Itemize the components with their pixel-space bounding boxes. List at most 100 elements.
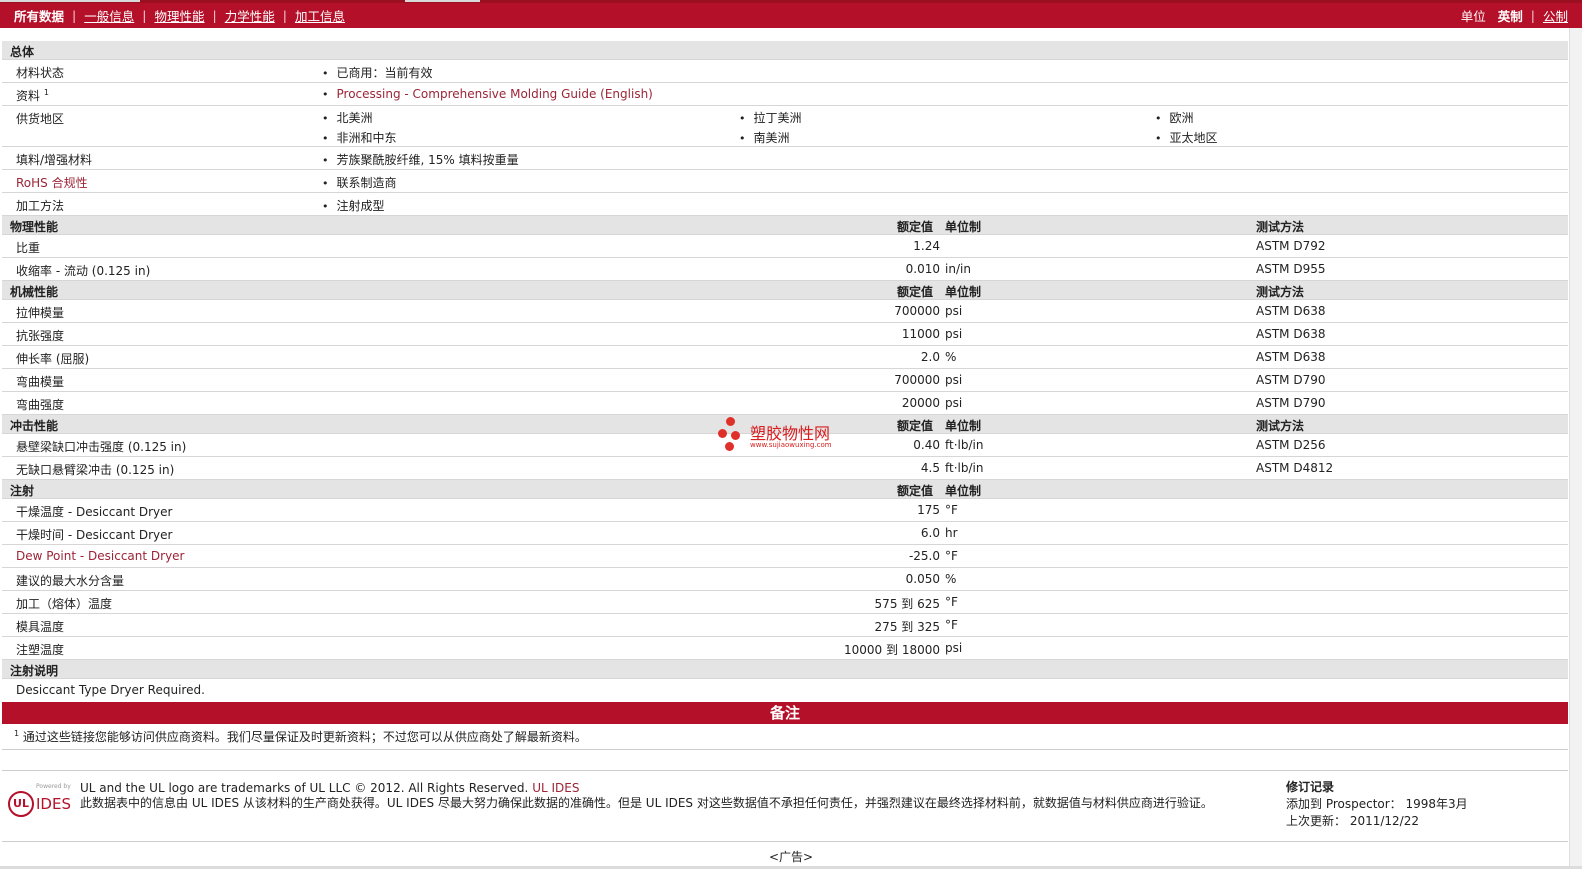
property-method: ASTM D792 xyxy=(1256,239,1326,253)
property-label: 无缺口悬臂梁冲击 (0.125 in) xyxy=(16,463,175,477)
property-row: 比重 1.24 ASTM D792 xyxy=(2,235,1568,258)
trademark-line: UL and the UL logo are trademarks of UL … xyxy=(80,781,1270,796)
units-label: 单位 xyxy=(1460,9,1486,24)
disclaimer-text: 此数据表中的信息由 UL IDES 从该材料的生产商处获得。UL IDES 尽最… xyxy=(80,796,1213,810)
property-method: ASTM D955 xyxy=(1256,262,1326,276)
property-label: 拉伸模量 xyxy=(16,306,65,320)
property-label: 干燥温度 - Desiccant Dryer xyxy=(16,505,173,519)
property-label: 弯曲模量 xyxy=(16,375,65,389)
property-value: 20000 xyxy=(901,396,940,410)
section-title: 注射说明 xyxy=(10,664,59,678)
unit-metric-link[interactable]: 公制 xyxy=(1543,6,1568,25)
property-unit: % xyxy=(945,572,957,586)
section-title: 注射 xyxy=(10,484,35,498)
property-row: Dew Point - Desiccant Dryer -25.0 °F xyxy=(2,545,1568,568)
note-text: 1 通过这些链接您能够访问供应商资料。我们尽量保证及时更新资料；不过您可以从供应… xyxy=(14,728,587,745)
docs-label: 资料 xyxy=(16,89,41,103)
property-value: 6.0 xyxy=(920,526,940,540)
property-row: 弯曲模量 700000 psi ASTM D790 xyxy=(2,369,1568,392)
property-value: 10000 到 18000 xyxy=(844,643,940,657)
property-unit: psi xyxy=(945,641,963,655)
property-label-link[interactable]: Dew Point - Desiccant Dryer xyxy=(16,549,184,563)
property-row: 加工（熔体）温度 575 到 625 °F xyxy=(2,591,1568,614)
property-value: 700000 xyxy=(894,373,940,387)
header-nominal: 额定值 xyxy=(897,220,934,234)
property-unit: % xyxy=(945,350,957,364)
method-value: 注射成型 xyxy=(322,197,385,214)
row-process-method: 加工方法 注射成型 xyxy=(2,193,1568,216)
nav-link-processing[interactable]: 加工信息 xyxy=(295,6,345,25)
header-unit: 单位制 xyxy=(945,419,982,433)
row-label: 资料 1 xyxy=(16,87,49,104)
row-label: 供货地区 xyxy=(16,112,65,126)
section-title: 总体 xyxy=(10,45,35,59)
ul-logo-icon: UL xyxy=(8,791,34,817)
property-unit: ft·lb/in xyxy=(945,438,984,452)
nav-link-physical[interactable]: 物理性能 xyxy=(154,6,204,25)
property-method: ASTM D790 xyxy=(1256,373,1326,387)
property-row: 抗张强度 11000 psi ASTM D638 xyxy=(2,323,1568,346)
region-item: 欧洲 xyxy=(1155,109,1194,126)
nav-separator: | xyxy=(72,8,77,23)
property-value: 0.050 xyxy=(905,572,940,586)
row-label: 填料/增强材料 xyxy=(16,153,93,167)
region-item: 拉丁美洲 xyxy=(739,109,802,126)
tab-marker xyxy=(405,0,480,2)
section-injection: 注射 额定值 单位制 xyxy=(2,480,1568,499)
nav-separator: | xyxy=(282,8,287,23)
injection-note: Desiccant Type Dryer Required. xyxy=(16,683,205,697)
property-row: 拉伸模量 700000 psi ASTM D638 xyxy=(2,300,1568,323)
region-item: 南美洲 xyxy=(739,129,790,146)
revision-title: 修订记录 xyxy=(1286,780,1335,794)
property-label: 悬壁梁缺口冲击强度 (0.125 in) xyxy=(16,440,187,454)
rohs-label[interactable]: RoHS 合规性 xyxy=(16,174,88,191)
property-unit: °F xyxy=(945,503,958,517)
nav-link-mechanical[interactable]: 力学性能 xyxy=(225,6,275,25)
property-unit: psi xyxy=(945,373,963,387)
region-item: 北美洲 xyxy=(322,109,373,126)
header-test-method: 测试方法 xyxy=(1256,419,1305,433)
property-method: ASTM D4812 xyxy=(1256,461,1334,475)
docs-link[interactable]: Processing - Comprehensive Molding Guide… xyxy=(337,87,653,101)
unit-english[interactable]: 英制 xyxy=(1498,6,1523,25)
ul-ides-link[interactable]: UL IDES xyxy=(532,781,579,795)
property-unit: psi xyxy=(945,304,963,318)
vertical-scrollbar[interactable] xyxy=(1569,28,1582,866)
trademark-text: UL and the UL logo are trademarks of UL … xyxy=(80,781,529,795)
property-unit: °F xyxy=(945,595,958,609)
property-unit: in/in xyxy=(945,262,971,276)
property-unit: hr xyxy=(945,526,958,540)
footer-disclaimer: UL and the UL logo are trademarks of UL … xyxy=(80,781,1270,811)
region-item: 非洲和中东 xyxy=(322,129,397,146)
watermark-url: www.sujiaowuxing.com xyxy=(750,441,832,449)
section-title: 物理性能 xyxy=(10,220,59,234)
property-row: 注塑温度 10000 到 18000 psi xyxy=(2,637,1568,660)
property-value: 700000 xyxy=(894,304,940,318)
rohs-value: 联系制造商 xyxy=(322,174,397,191)
row-filler: 填料/增强材料 芳族聚酰胺纤维, 15% 填料按重量 xyxy=(2,147,1568,170)
nav-all-data[interactable]: 所有数据 xyxy=(14,6,64,25)
property-value: 2.0 xyxy=(920,350,940,364)
section-title: 冲击性能 xyxy=(10,419,59,433)
property-method: ASTM D790 xyxy=(1256,396,1326,410)
nav-link-general[interactable]: 一般信息 xyxy=(84,6,134,25)
datasheet: 总体 材料状态 已商用：当前有效 资料 1 Processing - Compr… xyxy=(2,41,1568,750)
tab-marker xyxy=(0,0,140,2)
ad-placeholder[interactable]: <广告> xyxy=(0,848,1582,865)
nav-separator: | xyxy=(212,8,217,23)
bottom-edge xyxy=(0,866,1582,869)
property-value: 4.5 xyxy=(920,461,940,475)
header-unit: 单位制 xyxy=(945,220,982,234)
unit-switch: 单位 英制 | 公制 xyxy=(1461,3,1568,28)
ides-wordmark: IDES xyxy=(36,795,71,813)
revision-added: 添加到 Prospector： 1998年3月 xyxy=(1286,797,1468,811)
property-label: 收缩率 - 流动 (0.125 in) xyxy=(16,264,151,278)
section-physical: 物理性能 额定值 单位制 测试方法 xyxy=(2,216,1568,235)
section-title: 机械性能 xyxy=(10,285,59,299)
property-unit: psi xyxy=(945,396,963,410)
property-label: 伸长率 (屈服) xyxy=(16,352,90,366)
header-unit: 单位制 xyxy=(945,285,982,299)
ul-ides-logo: Powered by UL IDES xyxy=(6,781,74,821)
property-value: 0.40 xyxy=(913,438,940,452)
watermark-logo: 塑胶物性网 www.sujiaowuxing.com xyxy=(718,414,853,454)
